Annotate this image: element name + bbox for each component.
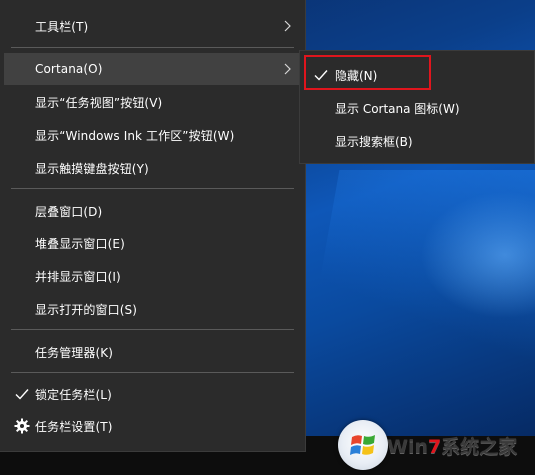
menu-item-label: 堆叠显示窗口(E) <box>35 236 125 251</box>
cortana-submenu: 隐藏(N) 显示 Cortana 图标(W) 显示搜索框(B) <box>299 50 535 164</box>
submenu-item-hidden[interactable]: 隐藏(N) <box>304 59 532 92</box>
menu-item-label: Cortana(O) <box>35 62 103 76</box>
submenu-item-label: 显示 Cortana 图标(W) <box>335 102 460 116</box>
submenu-item-show-search-box[interactable]: 显示搜索框(B) <box>304 125 532 158</box>
submenu-item-label: 隐藏(N) <box>335 69 378 83</box>
menu-item-label: 锁定任务栏(L) <box>35 387 112 402</box>
menu-separator <box>11 372 294 373</box>
checkmark-icon <box>314 70 328 81</box>
menu-item-show-touch-keyboard-button[interactable]: 显示触摸键盘按钮(Y) <box>4 152 301 184</box>
menu-item-label: 层叠窗口(D) <box>35 204 103 219</box>
menu-separator <box>11 47 294 48</box>
menu-item-show-task-view-button[interactable]: 显示“任务视图”按钮(V) <box>4 86 301 118</box>
menu-item-side-by-side-windows[interactable]: 并排显示窗口(I) <box>4 260 301 292</box>
gear-icon <box>14 418 30 434</box>
menu-item-taskbar-settings[interactable]: 任务栏设置(T) <box>4 410 301 442</box>
chevron-right-icon <box>284 20 291 32</box>
submenu-item-label: 显示搜索框(B) <box>335 135 413 149</box>
screen: 工具栏(T) Cortana(O) 显示“任务视图”按钮(V) 显示“Windo… <box>0 0 535 475</box>
menu-item-cortana[interactable]: Cortana(O) <box>4 53 301 85</box>
menu-item-label: 显示打开的窗口(S) <box>35 302 137 317</box>
menu-item-show-desktop[interactable]: 显示打开的窗口(S) <box>4 293 301 325</box>
menu-item-label: 任务栏设置(T) <box>35 419 113 434</box>
menu-item-lock-taskbar[interactable]: 锁定任务栏(L) <box>4 378 301 410</box>
menu-item-task-manager[interactable]: 任务管理器(K) <box>4 336 301 368</box>
menu-item-stack-windows[interactable]: 堆叠显示窗口(E) <box>4 227 301 259</box>
menu-item-label: 显示触摸键盘按钮(Y) <box>35 161 149 176</box>
menu-item-show-windows-ink-button[interactable]: 显示“Windows Ink 工作区”按钮(W) <box>4 119 301 151</box>
taskbar-context-menu: 工具栏(T) Cortana(O) 显示“任务视图”按钮(V) 显示“Windo… <box>0 0 306 452</box>
menu-item-label: 并排显示窗口(I) <box>35 269 121 284</box>
menu-item-toolbars[interactable]: 工具栏(T) <box>4 10 301 42</box>
menu-separator <box>11 329 294 330</box>
menu-item-label: 任务管理器(K) <box>35 345 114 360</box>
submenu-item-show-cortana-icon[interactable]: 显示 Cortana 图标(W) <box>304 92 532 125</box>
menu-item-cascade-windows[interactable]: 层叠窗口(D) <box>4 195 301 227</box>
menu-item-label: 工具栏(T) <box>35 19 89 34</box>
chevron-right-icon <box>284 63 291 75</box>
menu-separator <box>11 188 294 189</box>
checkmark-icon <box>15 389 29 400</box>
menu-item-label: 显示“任务视图”按钮(V) <box>35 95 163 110</box>
menu-item-label: 显示“Windows Ink 工作区”按钮(W) <box>35 128 235 143</box>
